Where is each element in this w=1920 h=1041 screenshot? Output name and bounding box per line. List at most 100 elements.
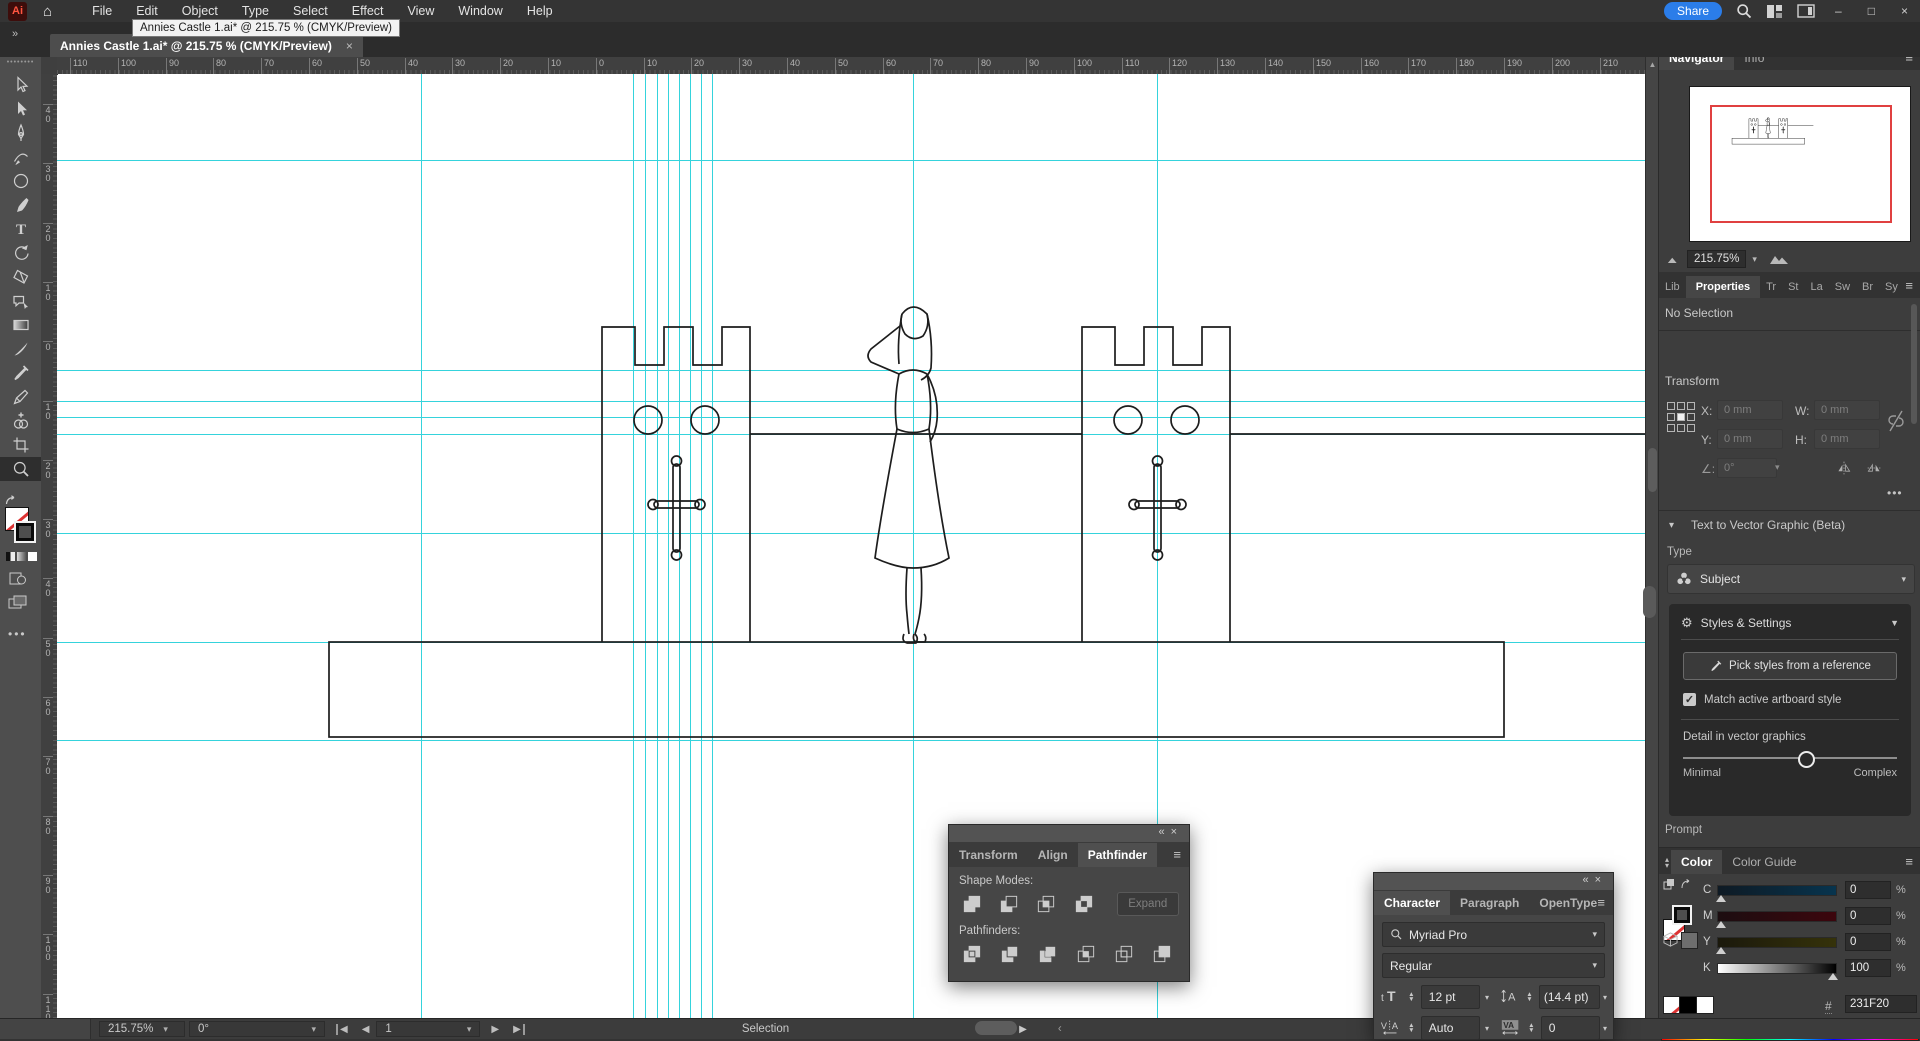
reference-point[interactable] [1687, 413, 1695, 421]
3d-material-icon[interactable] [1663, 932, 1678, 947]
menu-file[interactable]: File [80, 1, 124, 21]
reference-point[interactable] [1677, 413, 1685, 421]
flip-vertical-icon[interactable] [1865, 460, 1883, 476]
pathfinder-panel-header[interactable]: «× [949, 825, 1189, 842]
styles-settings-header[interactable]: ⚙ Styles & Settings ▼ [1669, 604, 1911, 639]
menu-view[interactable]: View [396, 1, 447, 21]
previous-artboard-button[interactable]: ◀ [362, 1024, 370, 1035]
reference-point[interactable] [1667, 402, 1675, 410]
shape-mode-unite-button[interactable] [959, 892, 984, 916]
styles-collapse-icon[interactable]: ▼ [1890, 618, 1899, 628]
none-button[interactable] [28, 552, 37, 561]
screen-mode-icon[interactable] [8, 595, 28, 614]
M-slider-handle[interactable] [1716, 921, 1726, 928]
K-value-field[interactable]: 100 [1845, 959, 1891, 977]
character-tab-paragraph[interactable]: Paragraph [1450, 891, 1529, 915]
rotate-tool[interactable] [0, 241, 41, 265]
statusbar-zoom-field[interactable]: 215.75%▾ [99, 1021, 185, 1037]
kerning-dropdown-icon[interactable]: ▾ [1483, 1024, 1491, 1033]
paintbrush-tool[interactable] [0, 193, 41, 217]
horizontal-scroll-thumb[interactable] [975, 1021, 1017, 1035]
close-panel-icon[interactable]: × [1595, 874, 1607, 886]
collapse-panel-icon[interactable]: « [1582, 874, 1594, 886]
y-field[interactable]: 0 mm [1717, 429, 1783, 449]
last-color-proxy[interactable] [1681, 932, 1698, 949]
leading-field[interactable]: (14.4 pt) [1539, 985, 1600, 1009]
font-style-field[interactable]: Regular ▾ [1382, 953, 1605, 978]
menu-object[interactable]: Object [170, 1, 230, 21]
first-artboard-button[interactable]: ◀ [336, 1024, 348, 1035]
reference-point[interactable] [1677, 424, 1685, 432]
C-value-field[interactable]: 0 [1845, 881, 1891, 899]
reference-point[interactable] [1667, 424, 1675, 432]
pathfinder-merge-button[interactable] [1035, 942, 1061, 966]
properties-menu-icon[interactable]: ≡ [1905, 278, 1913, 293]
collapse-panel-icon[interactable]: « [1158, 826, 1170, 838]
tab-la[interactable]: La [1805, 276, 1829, 298]
kerning-field[interactable]: Auto [1421, 1016, 1480, 1040]
artboard-number-field[interactable]: 1▾ [376, 1021, 480, 1037]
knife-tool[interactable] [0, 337, 41, 361]
menu-edit[interactable]: Edit [124, 1, 170, 21]
horizontal-ruler[interactable]: 1101009080706050403020100102030405060708… [57, 57, 1645, 74]
pick-styles-button[interactable]: Pick styles from a reference [1683, 652, 1897, 680]
panel-resize-grip[interactable] [1643, 586, 1656, 618]
edit-toolbar-ellipsis[interactable]: ••• [8, 627, 27, 641]
ellipse-tool[interactable] [0, 169, 41, 193]
white-swatch[interactable] [1697, 996, 1714, 1014]
menu-type[interactable]: Type [230, 1, 281, 21]
home-icon[interactable]: ⌂ [43, 4, 52, 19]
color-stroke-swatch[interactable] [1672, 905, 1692, 925]
statusbar-rotation-field[interactable]: 0°▾ [189, 1021, 325, 1037]
search-icon[interactable] [1736, 3, 1752, 19]
eyedropper-tool[interactable] [0, 361, 41, 385]
tracking-field[interactable]: 0 [1541, 1016, 1600, 1040]
shape-mode-exclude-button[interactable] [1071, 892, 1096, 916]
ttv-type-select[interactable]: Subject ▾ [1667, 564, 1915, 594]
tab-st[interactable]: St [1782, 276, 1804, 298]
shape-mode-intersect-button[interactable] [1034, 892, 1059, 916]
menu-effect[interactable]: Effect [340, 1, 396, 21]
expand-button[interactable]: Expand [1117, 892, 1180, 916]
none-swatch[interactable] [1663, 996, 1680, 1014]
font-style-dropdown-icon[interactable]: ▾ [1592, 960, 1597, 971]
shape-builder-tool[interactable] [0, 409, 41, 433]
status-options-icon[interactable]: ▶ [1019, 1024, 1027, 1035]
menu-help[interactable]: Help [515, 1, 565, 21]
type-tool[interactable]: T [0, 217, 41, 241]
smooth-tool[interactable] [0, 385, 41, 409]
reference-point[interactable] [1667, 413, 1675, 421]
x-field[interactable]: 0 mm [1717, 400, 1783, 420]
workspace-switcher-icon[interactable] [1797, 4, 1815, 18]
reference-point[interactable] [1677, 402, 1685, 410]
tracking-dropdown-icon[interactable]: ▾ [1603, 1024, 1607, 1033]
toolbar-expand-icon[interactable]: » [12, 28, 18, 40]
last-artboard-button[interactable]: ▶ [513, 1024, 525, 1035]
share-button[interactable]: Share [1664, 2, 1722, 20]
Y-value-field[interactable]: 0 [1845, 933, 1891, 951]
tab-lib[interactable]: Lib [1659, 276, 1686, 298]
reference-point-grid[interactable] [1667, 402, 1694, 432]
kerning-stepper[interactable]: ▲▼ [1405, 1023, 1418, 1033]
zoom-tool[interactable] [0, 457, 41, 481]
next-artboard-button[interactable]: ▶ [491, 1024, 499, 1035]
menu-select[interactable]: Select [281, 1, 340, 21]
close-window-button[interactable]: × [1895, 4, 1914, 18]
close-panel-icon[interactable]: × [1171, 826, 1183, 838]
menu-window[interactable]: Window [446, 1, 514, 21]
tab-color[interactable]: Color [1671, 850, 1722, 874]
illustrator-logo[interactable]: Ai [8, 2, 27, 21]
font-size-dropdown-icon[interactable]: ▾ [1483, 993, 1491, 1002]
gradient-tool[interactable] [0, 313, 41, 337]
selection-tool[interactable] [0, 73, 41, 97]
K-slider[interactable] [1717, 963, 1837, 974]
detail-slider-handle[interactable] [1798, 751, 1815, 768]
pathfinder-crop-button[interactable] [1073, 942, 1099, 966]
vertical-ruler[interactable]: 4 03 02 01 001 02 03 04 05 06 07 08 09 0… [41, 74, 57, 1018]
detail-slider[interactable] [1683, 757, 1897, 759]
scroll-left-icon[interactable]: ‹ [1058, 1023, 1062, 1035]
character-tab-character[interactable]: Character [1374, 891, 1450, 915]
tracking-stepper[interactable]: ▲▼ [1525, 1023, 1538, 1033]
M-value-field[interactable]: 0 [1845, 907, 1891, 925]
reference-point[interactable] [1687, 402, 1695, 410]
